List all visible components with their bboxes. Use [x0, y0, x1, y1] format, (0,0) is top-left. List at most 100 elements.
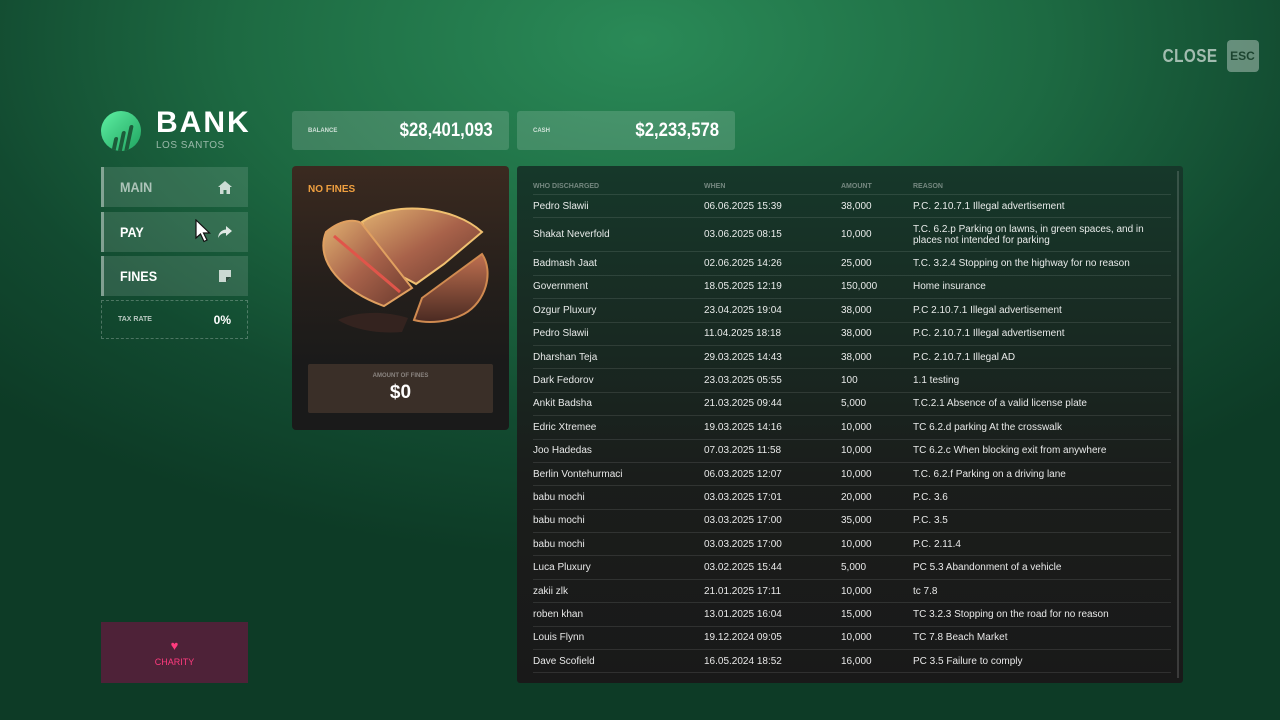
table-row: zakii zlk 21.01.2025 17:11 10,000 tc 7.8 [533, 579, 1171, 604]
balance-label: BALANCE [308, 127, 338, 134]
close-label[interactable]: CLOSE [1163, 46, 1218, 67]
charity-button[interactable]: ♥ CHARITY [101, 622, 248, 683]
cash-card: CASH $2,233,578 [517, 111, 735, 150]
cell-reason: TC 3.2.3 Stopping on the road for no rea… [913, 602, 1171, 627]
cell-who: Government [533, 275, 704, 300]
fines-amount-box: AMOUNT OF FINES $0 [308, 364, 493, 413]
table-row: Joo Hadedas 07.03.2025 11:58 10,000 TC 6.2.… [533, 439, 1171, 463]
close-control[interactable]: CLOSE ESC [1153, 40, 1259, 72]
heart-icon: ♥ [170, 637, 179, 653]
cash-value: $2,233,578 [635, 119, 719, 141]
table-row: Dark Fedorov 23.03.2025 05:55 100 1.1 testi… [533, 368, 1171, 393]
cell-reason: TC 7.8 Beach Market [913, 626, 1171, 651]
cell-when: 23.04.2025 19:04 [704, 298, 841, 323]
cell-reason: tc 7.8 [913, 579, 1171, 604]
cell-amount: 25,000 [841, 251, 913, 276]
cell-reason: T.C.2.1 Absence of a valid license plate [913, 392, 1171, 417]
cell-who: babu mochi [533, 532, 704, 557]
table-row: babu mochi 03.03.2025 17:00 10,000 P.C. 2.1… [533, 532, 1171, 557]
cell-reason: T.C. 6.2.f Parking on a driving lane [913, 462, 1171, 487]
cell-reason: T.C. 6.2.p Parking on lawns, in green sp… [913, 217, 1171, 253]
cell-who: Dave Scofield [533, 649, 704, 674]
column-header-who: WHO DISCHARGED [533, 180, 704, 195]
cell-when: 07.03.2025 11:58 [704, 439, 841, 463]
cell-when: 03.02.2025 15:44 [704, 555, 841, 580]
logo-title: BANK [156, 106, 251, 139]
table-row: Dave Scofield 16.05.2024 18:52 16,000 PC 3.… [533, 649, 1171, 674]
cell-amount: 38,000 [841, 322, 913, 346]
pie-chart-illustration-icon [322, 207, 489, 333]
cell-who: Joo Hadedas [533, 439, 704, 463]
cell-who: Dharshan Teja [533, 345, 704, 370]
table-row: Government 18.05.2025 12:19 150,000 Home in… [533, 275, 1171, 300]
balance-card: BALANCE $28,401,093 [292, 111, 509, 150]
cell-amount: 150,000 [841, 275, 913, 300]
table-row: Badmash Jaat 02.06.2025 14:26 25,000 T.C. 3… [533, 251, 1171, 276]
cell-when: 03.03.2025 17:01 [704, 485, 841, 510]
cell-when: 16.05.2024 18:52 [704, 649, 841, 674]
cell-when: 03.03.2025 17:00 [704, 532, 841, 557]
sidebar-item-label: PAY [120, 224, 144, 240]
cell-amount: 10,000 [841, 217, 913, 253]
cell-when: 13.01.2025 16:04 [704, 602, 841, 627]
cash-label: CASH [533, 127, 551, 134]
cell-who: zakii zlk [533, 579, 704, 604]
cell-reason: TC 6.2.d parking At the crosswalk [913, 415, 1171, 440]
cell-amount: 10,000 [841, 532, 913, 557]
cell-reason: Home insurance [913, 275, 1171, 300]
tax-rate-value: 0% [213, 312, 231, 327]
sidebar-item-main[interactable]: MAIN [101, 167, 248, 207]
cell-amount: 15,000 [841, 602, 913, 627]
table-row: Ozgur Pluxury 23.04.2025 19:04 38,000 P.C 2… [533, 298, 1171, 323]
table-row: Luca Pluxury 03.02.2025 15:44 5,000 PC 5.3 … [533, 555, 1171, 580]
fines-history-panel: WHO DISCHARGED WHEN AMOUNT REASON Pedro … [517, 166, 1183, 683]
cell-reason: P.C. 2.11.4 [913, 532, 1171, 557]
table-row: Berlin Vontehurmaci 06.03.2025 12:07 10,00… [533, 462, 1171, 487]
fines-amount-label: AMOUNT OF FINES [372, 373, 429, 379]
cell-when: 21.03.2025 09:44 [704, 392, 841, 417]
fines-status-title: NO FINES [308, 184, 356, 195]
cell-reason: TC 6.2.c When blocking exit from anywher… [913, 439, 1171, 463]
fines-table: WHO DISCHARGED WHEN AMOUNT REASON Pedro … [533, 180, 1171, 674]
cell-when: 23.03.2025 05:55 [704, 368, 841, 393]
fines-amount-value: $0 [389, 382, 412, 403]
cell-who: Edric Xtremee [533, 415, 704, 440]
table-row: Shakat Neverfold 03.06.2025 08:15 10,000 T.… [533, 217, 1171, 253]
cell-amount: 38,000 [841, 298, 913, 323]
table-row: Pedro Slawii 11.04.2025 18:18 38,000 P.C. 2… [533, 322, 1171, 346]
cell-who: roben khan [533, 602, 704, 627]
cell-reason: P.C. 3.5 [913, 509, 1171, 534]
home-icon [218, 180, 232, 194]
cell-amount: 10,000 [841, 579, 913, 604]
sidebar-item-pay[interactable]: PAY [101, 212, 248, 252]
table-row: babu mochi 03.03.2025 17:01 20,000 P.C. 3.6 [533, 485, 1171, 510]
cell-who: Pedro Slawii [533, 194, 704, 219]
cell-amount: 5,000 [841, 392, 913, 417]
logo-subtitle: LOS SANTOS [156, 140, 225, 151]
esc-key-badge[interactable]: ESC [1226, 40, 1259, 72]
cell-reason: PC 5.3 Abandonment of a vehicle [913, 555, 1171, 580]
table-body: Pedro Slawii 06.06.2025 15:39 38,000 P.C. 2… [533, 194, 1171, 674]
scrollbar[interactable] [1177, 171, 1179, 678]
sidebar-item-fines[interactable]: FINES [101, 256, 248, 296]
cell-who: Badmash Jaat [533, 251, 704, 276]
cell-when: 21.01.2025 17:11 [704, 579, 841, 604]
cell-when: 19.03.2025 14:16 [704, 415, 841, 440]
cell-who: Ankit Badsha [533, 392, 704, 417]
cell-amount: 38,000 [841, 194, 913, 219]
bank-chart-logo-icon [101, 110, 141, 151]
cell-reason: P.C. 2.10.7.1 Illegal advertisement [913, 194, 1171, 219]
cell-amount: 38,000 [841, 345, 913, 370]
cell-who: Ozgur Pluxury [533, 298, 704, 323]
sidebar-item-label: MAIN [120, 179, 153, 195]
cell-when: 06.06.2025 15:39 [704, 194, 841, 219]
cell-when: 02.06.2025 14:26 [704, 251, 841, 276]
cell-who: Shakat Neverfold [533, 217, 704, 253]
column-header-when: WHEN [704, 180, 841, 195]
table-row: Pedro Slawii 06.06.2025 15:39 38,000 P.C. 2… [533, 194, 1171, 219]
table-row: Louis Flynn 19.12.2024 09:05 10,000 TC 7.8 … [533, 626, 1171, 651]
table-row: Dharshan Teja 29.03.2025 14:43 38,000 P.C. … [533, 345, 1171, 370]
cell-when: 29.03.2025 14:43 [704, 345, 841, 370]
cell-who: Berlin Vontehurmaci [533, 462, 704, 487]
cell-who: babu mochi [533, 485, 704, 510]
